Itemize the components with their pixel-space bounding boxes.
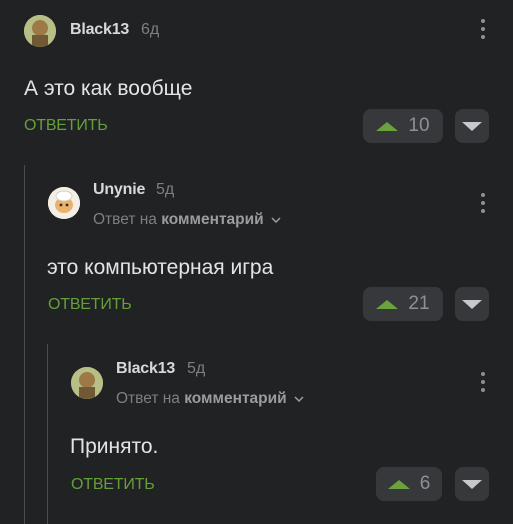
reply-to-prefix: Ответ на [116, 390, 180, 407]
more-icon[interactable] [481, 372, 485, 392]
more-icon[interactable] [481, 19, 485, 39]
reply-to-target: комментарий [161, 211, 264, 228]
chevron-down-icon [271, 217, 281, 223]
triangle-down-icon [462, 299, 482, 309]
avatar[interactable] [71, 367, 103, 399]
triangle-up-icon [387, 479, 410, 489]
timestamp: 5д [187, 360, 206, 377]
avatar[interactable] [48, 187, 80, 219]
rating-count: 21 [408, 293, 430, 314]
triangle-down-icon [462, 479, 482, 489]
username[interactable]: Black13 [116, 360, 175, 378]
avatar-image [24, 15, 56, 47]
username[interactable]: Black13 [70, 21, 129, 39]
downvote-button[interactable] [455, 287, 489, 321]
avatar-image [48, 187, 80, 219]
chevron-down-icon [294, 396, 304, 402]
reply-to-link[interactable]: Ответ на комментарий [116, 390, 304, 408]
upvote-button[interactable]: 10 [363, 109, 443, 143]
comment-text: Принято. [70, 435, 159, 458]
reply-to-link[interactable]: Ответ на комментарий [93, 211, 281, 229]
reply-button[interactable]: ОТВЕТИТЬ [24, 117, 108, 135]
downvote-button[interactable] [455, 109, 489, 143]
timestamp: 5д [156, 181, 175, 198]
rating-count: 6 [419, 473, 431, 494]
upvote-button[interactable]: 21 [363, 287, 443, 321]
thread-line [47, 344, 48, 524]
comment-text: это компьютерная игра [47, 256, 274, 279]
more-icon[interactable] [481, 193, 485, 213]
triangle-down-icon [462, 121, 482, 131]
reply-button[interactable]: ОТВЕТИТЬ [48, 296, 132, 314]
triangle-up-icon [376, 121, 399, 131]
timestamp: 6д [141, 21, 160, 38]
reply-to-prefix: Ответ на [93, 211, 157, 228]
thread-line [24, 165, 25, 524]
reply-button[interactable]: ОТВЕТИТЬ [71, 476, 155, 494]
triangle-up-icon [376, 299, 399, 309]
username[interactable]: Unynie [93, 181, 145, 199]
reply-to-target: комментарий [184, 390, 287, 407]
rating-count: 10 [408, 115, 430, 136]
avatar[interactable] [24, 15, 56, 47]
upvote-button[interactable]: 6 [376, 467, 442, 501]
avatar-image [71, 367, 103, 399]
downvote-button[interactable] [455, 467, 489, 501]
comment-text: А это как вообще [24, 77, 193, 100]
